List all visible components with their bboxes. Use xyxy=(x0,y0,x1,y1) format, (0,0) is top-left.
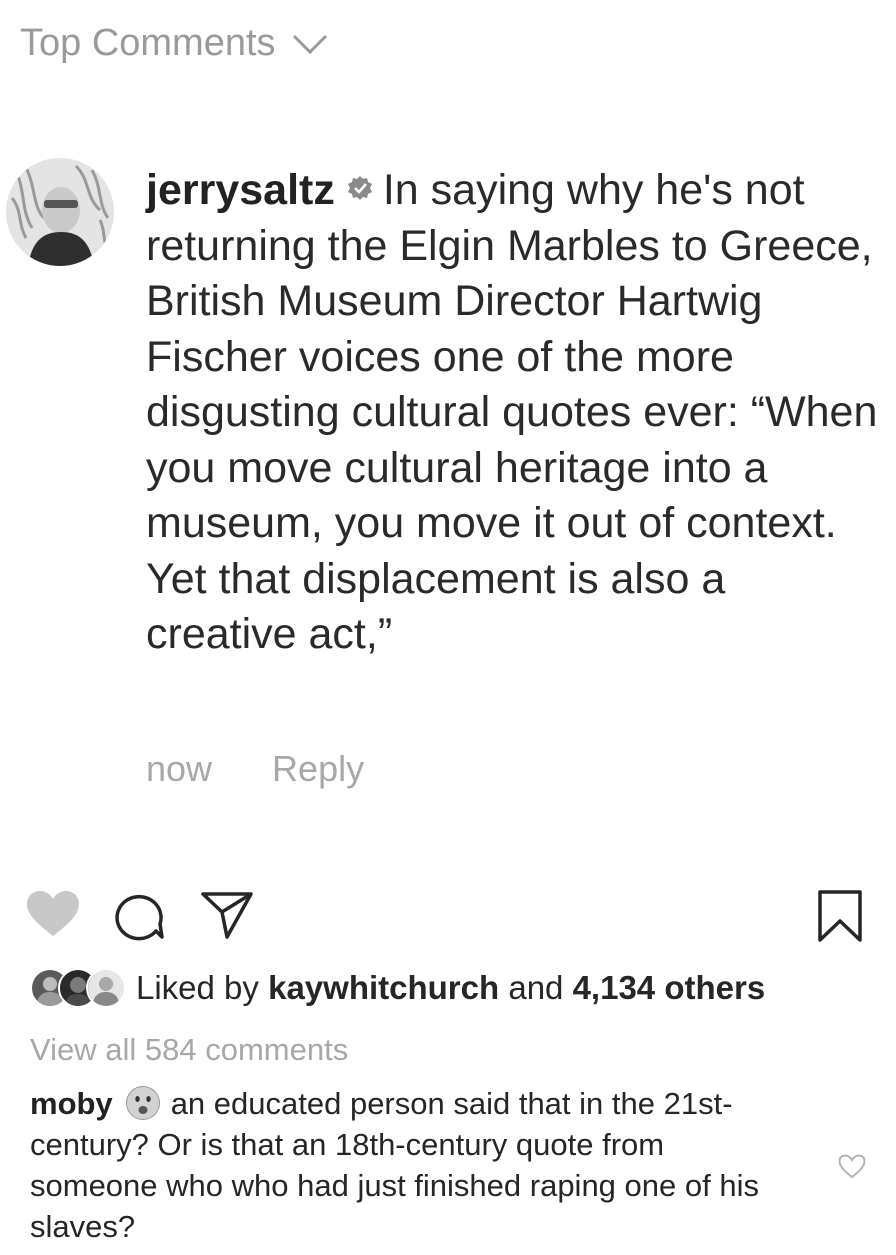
comment-content: In saying why he's not returning the Elg… xyxy=(146,166,878,658)
heart-icon[interactable] xyxy=(26,890,80,938)
likes-and: and xyxy=(508,969,564,1006)
comment-meta: now Reply xyxy=(146,748,364,790)
reply-username[interactable]: moby xyxy=(30,1086,113,1121)
liked-by-user[interactable]: kaywhitchurch xyxy=(268,969,499,1007)
comment-text: jerrysaltz In saying why he's not return… xyxy=(146,163,881,663)
top-comments-label: Top Comments xyxy=(20,22,276,64)
reply-button[interactable]: Reply xyxy=(272,748,364,790)
comment-timestamp: now xyxy=(146,748,213,789)
avatar[interactable] xyxy=(6,158,114,266)
heart-outline-icon[interactable] xyxy=(838,1154,866,1179)
likes-prefix: Liked by xyxy=(136,969,259,1006)
likes-summary[interactable]: Liked by kaywhitchurch and 4,134 others xyxy=(30,968,765,1008)
chevron-down-icon xyxy=(292,33,328,55)
verified-badge-icon xyxy=(347,175,373,201)
liker-avatars xyxy=(30,968,128,1008)
likes-others-count[interactable]: 4,134 others xyxy=(573,969,766,1007)
paper-plane-icon[interactable] xyxy=(200,890,254,940)
frowning-face-emoji-icon xyxy=(125,1085,161,1121)
top-comments-header[interactable]: Top Comments xyxy=(20,22,328,65)
comment-username[interactable]: jerrysaltz xyxy=(146,166,335,214)
liker-avatar xyxy=(86,968,126,1008)
action-bar xyxy=(0,884,896,946)
bookmark-icon[interactable] xyxy=(817,889,863,943)
comment-bubble-icon[interactable] xyxy=(114,891,166,941)
list-item: moby an educated person said that in the… xyxy=(30,1083,800,1247)
view-all-comments-link[interactable]: View all 584 comments xyxy=(30,1032,348,1068)
